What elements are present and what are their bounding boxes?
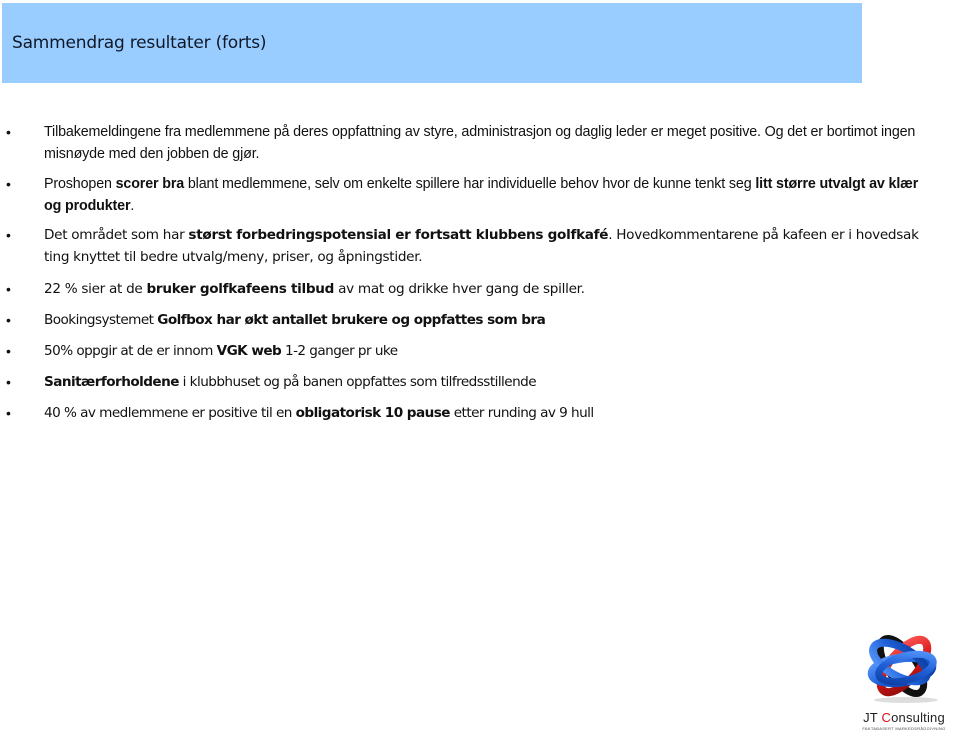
bullet-text-segment: i klubbhuset og på banen oppfattes som t… — [178, 374, 537, 390]
bullet-text-emphasis: VGK web — [216, 343, 282, 359]
bullet-text: 40 % av medlemmene er positive til en ob… — [44, 402, 934, 424]
bullet-text: Det området som har størst forbedringspo… — [44, 224, 934, 268]
bullet-text: Bookingsystemet Golfbox har økt antallet… — [44, 309, 934, 331]
bullet-text-segment: 50% oppgir at de er innom — [44, 343, 217, 359]
bullet-text: Tilbakemeldingene fra medlemmene på dere… — [44, 121, 934, 165]
bullet-icon: • — [6, 227, 11, 243]
bullet-icon: • — [6, 343, 11, 359]
bullet-text-segment: Proshopen — [44, 176, 116, 192]
bullet-text: Sanitærforholdene i klubbhuset og på ban… — [44, 371, 934, 393]
bullet-icon: • — [6, 281, 11, 297]
bullet-text: 50% oppgir at de er innom VGK web 1-2 ga… — [44, 340, 934, 362]
logo-name-accent: C — [881, 710, 892, 725]
bullet-text-segment: av mat og drikke hver gang de spiller. — [334, 281, 585, 297]
title-band: Sammendrag resultater (forts) — [2, 3, 862, 83]
bullet-icon: • — [6, 176, 11, 192]
bullet-text-emphasis: obligatorisk 10 pause — [295, 405, 451, 421]
interlocked-rings-icon — [867, 635, 938, 703]
company-logo: JT Consulting FAKTABASERT MARKEDSRÅDGIVN… — [846, 626, 958, 732]
bullet-text-emphasis: scorer bra — [115, 176, 185, 192]
logo-name: JT Consulting — [850, 710, 958, 725]
bullet-icon: • — [6, 124, 11, 140]
bullet-text-segment: etter runding av 9 hull — [449, 405, 594, 421]
bullet-text-segment: 1-2 ganger pr uke — [281, 343, 398, 359]
bullet-text-segment: . — [130, 198, 135, 214]
logo-name-prefix: JT — [863, 710, 882, 725]
bullet-text-segment: Tilbakemeldingene fra medlemmene på dere… — [44, 124, 916, 162]
bullet-text-segment: Bookingsystemet — [44, 312, 158, 328]
bullet-text-segment: 40 % av medlemmene er positive til en — [44, 405, 296, 421]
bullet-text-emphasis: bruker golfkafeens tilbud — [146, 281, 335, 297]
bullet-icon: • — [6, 312, 11, 328]
bullet-text-emphasis: størst forbedringspotensial er fortsatt … — [188, 227, 609, 243]
bullet-text-emphasis: Sanitærforholdene — [44, 374, 179, 390]
logo-name-suffix: onsulting — [891, 710, 945, 725]
bullet-text: 22 % sier at de bruker golfkafeens tilbu… — [44, 278, 934, 300]
logo-tagline: FAKTABASERT MARKEDSRÅDGIVNING — [862, 726, 946, 731]
slide-title: Sammendrag resultater (forts) — [12, 33, 267, 53]
bullet-text: Proshopen scorer bra blant medlemmene, s… — [44, 173, 934, 217]
bullet-text-segment: 22 % sier at de — [44, 281, 147, 297]
bullet-icon: • — [6, 374, 11, 390]
bullet-text-emphasis: Golfbox har økt antallet brukere og oppf… — [157, 312, 546, 328]
bullet-icon: • — [6, 405, 11, 421]
bullet-text-segment: Det området som har — [44, 227, 189, 243]
bullet-text-segment: blant medlemmene, selv om enkelte spille… — [184, 176, 756, 192]
